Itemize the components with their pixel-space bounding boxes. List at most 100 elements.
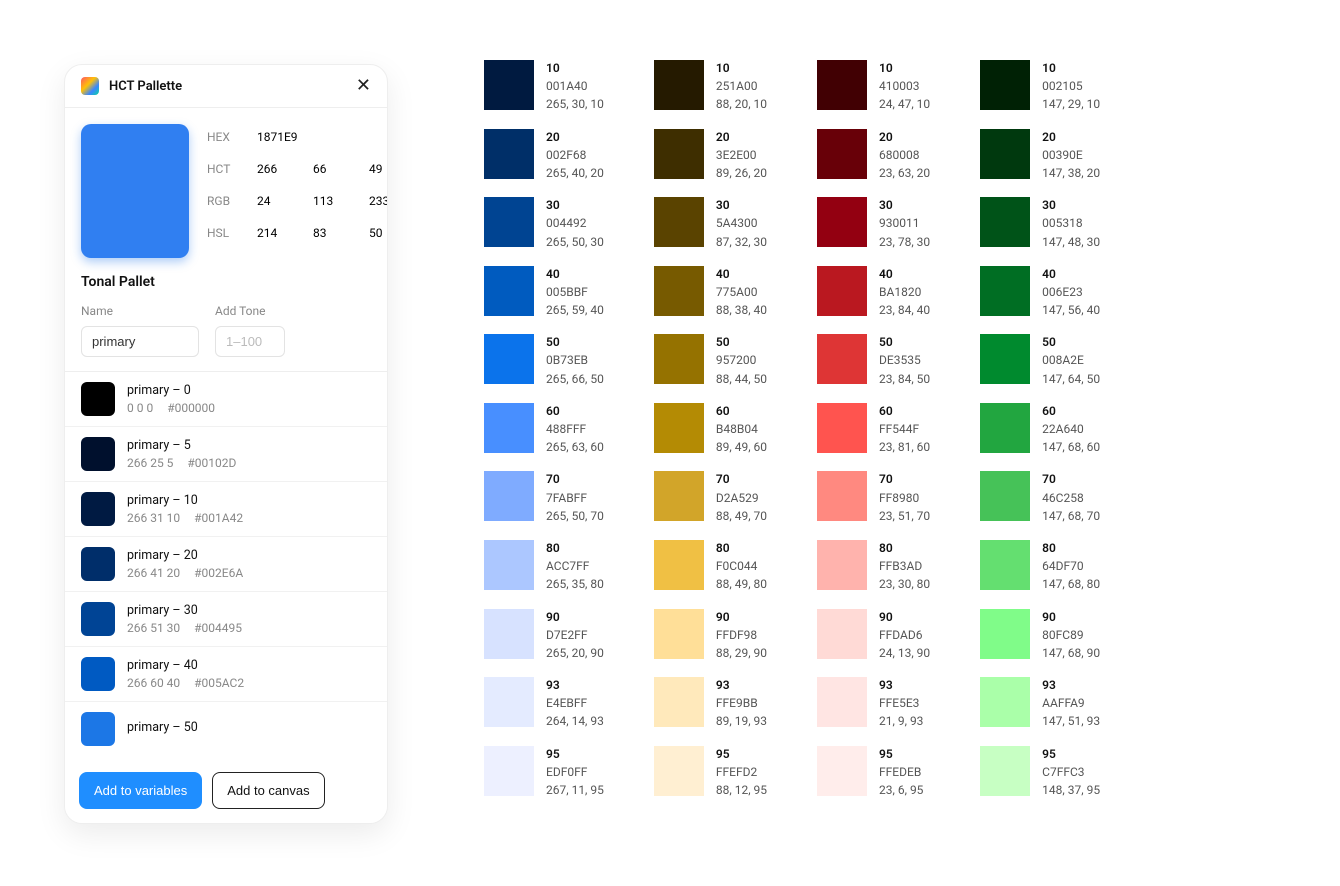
grid-row: 70 46C258 147, 68, 70 (980, 471, 1100, 524)
tone-row[interactable]: primary – 50 (65, 702, 387, 756)
tone-row[interactable]: primary – 40 266 60 40 #005AC2 (65, 647, 387, 702)
grid-meta: 10 251A00 88, 20, 10 (716, 60, 767, 113)
tone-row[interactable]: primary – 20 266 41 20 #002E6A (65, 537, 387, 592)
grid-row: 90 FFDF98 88, 29, 90 (654, 609, 767, 662)
grid-swatch (980, 334, 1030, 384)
grid-row: 20 680008 23, 63, 20 (817, 129, 930, 182)
grid-tone: 95 (546, 746, 604, 762)
grid-tone: 30 (716, 197, 767, 213)
grid-swatch (817, 540, 867, 590)
grid-meta: 60 488FFF 265, 63, 60 (546, 403, 604, 456)
grid-meta: 50 0B73EB 265, 66, 50 (546, 334, 604, 387)
grid-tone: 80 (1042, 540, 1100, 556)
grid-hex: FFE5E3 (879, 695, 923, 711)
swatch-grid: 10 001A40 265, 30, 10 20 002F68 265, 40,… (484, 60, 1100, 798)
grid-tone: 90 (1042, 609, 1100, 625)
grid-hex: 680008 (879, 147, 930, 163)
grid-tone: 93 (716, 677, 767, 693)
grid-hex: 7FABFF (546, 490, 604, 506)
grid-meta: 93 E4EBFF 264, 14, 93 (546, 677, 604, 730)
grid-swatch (654, 334, 704, 384)
grid-meta: 95 C7FFC3 148, 37, 95 (1042, 746, 1100, 799)
preview-swatch (81, 124, 189, 258)
close-icon[interactable]: ✕ (356, 77, 371, 95)
grid-hct: 88, 44, 50 (716, 371, 767, 387)
grid-hct: 265, 59, 40 (546, 302, 604, 318)
grid-row: 50 0B73EB 265, 66, 50 (484, 334, 604, 387)
tone-swatch (81, 382, 115, 416)
grid-row: 93 FFE5E3 21, 9, 93 (817, 677, 930, 730)
grid-hct: 23, 30, 80 (879, 576, 930, 592)
name-input[interactable] (81, 326, 199, 357)
grid-hct: 267, 11, 95 (546, 782, 604, 798)
grid-hct: 23, 63, 20 (879, 165, 930, 181)
grid-swatch (484, 609, 534, 659)
grid-swatch (654, 471, 704, 521)
grid-hex: EDF0FF (546, 764, 604, 780)
grid-swatch (484, 403, 534, 453)
add-to-variables-button[interactable]: Add to variables (79, 772, 202, 809)
rgb-b: 233 (369, 194, 388, 208)
grid-hex: DE3535 (879, 352, 930, 368)
grid-hct: 147, 68, 90 (1042, 645, 1100, 661)
grid-swatch (980, 197, 1030, 247)
grid-swatch (654, 197, 704, 247)
tone-name: primary – 50 (127, 720, 198, 735)
tone-row[interactable]: primary – 30 266 51 30 #004495 (65, 592, 387, 647)
rgb-g: 113 (313, 194, 353, 208)
grid-hex: 46C258 (1042, 490, 1100, 506)
grid-hct: 23, 84, 50 (879, 371, 930, 387)
tone-row[interactable]: primary – 0 0 0 0 #000000 (65, 372, 387, 427)
add-to-canvas-button[interactable]: Add to canvas (212, 772, 324, 809)
grid-row: 93 AAFFA9 147, 51, 93 (980, 677, 1100, 730)
grid-hct: 265, 40, 20 (546, 165, 604, 181)
grid-tone: 70 (546, 471, 604, 487)
grid-hex: FFE9BB (716, 695, 767, 711)
name-label: Name (81, 304, 199, 318)
grid-hct: 147, 38, 20 (1042, 165, 1100, 181)
grid-row: 20 002F68 265, 40, 20 (484, 129, 604, 182)
grid-hct: 88, 29, 90 (716, 645, 767, 661)
grid-tone: 80 (546, 540, 604, 556)
preview-meta: HEX 1871E9 HCT 266 66 49 RGB 24 113 233 … (207, 124, 388, 258)
grid-hex: 957200 (716, 352, 767, 368)
grid-tone: 90 (546, 609, 604, 625)
grid-hex: B48B04 (716, 421, 767, 437)
tone-hex: #005AC2 (194, 676, 244, 690)
grid-column: 10 002105 147, 29, 10 20 00390E 147, 38,… (980, 60, 1100, 798)
grid-row: 80 F0C044 88, 49, 80 (654, 540, 767, 593)
grid-swatch (484, 471, 534, 521)
grid-tone: 50 (546, 334, 604, 350)
grid-tone: 30 (1042, 197, 1100, 213)
grid-row: 93 E4EBFF 264, 14, 93 (484, 677, 604, 730)
grid-hex: 80FC89 (1042, 627, 1100, 643)
grid-swatch (484, 266, 534, 316)
grid-tone: 70 (716, 471, 767, 487)
grid-hct: 265, 66, 50 (546, 371, 604, 387)
grid-meta: 60 B48B04 89, 49, 60 (716, 403, 767, 456)
grid-meta: 95 FFEDEB 23, 6, 95 (879, 746, 923, 799)
grid-hex: E4EBFF (546, 695, 604, 711)
tone-hex: #001A42 (194, 511, 243, 525)
grid-tone: 40 (716, 266, 767, 282)
tone-row[interactable]: primary – 10 266 31 10 #001A42 (65, 482, 387, 537)
tone-row[interactable]: primary – 5 266 25 5 #00102D (65, 427, 387, 482)
grid-hct: 23, 81, 60 (879, 439, 930, 455)
tone-swatch (81, 492, 115, 526)
hsl-s: 83 (313, 226, 353, 240)
tone-texts: primary – 50 (127, 720, 198, 738)
tone-texts: primary – 5 266 25 5 #00102D (127, 438, 236, 470)
tone-hex: #004495 (194, 621, 242, 635)
grid-hex: 002105 (1042, 78, 1100, 94)
addtone-input[interactable] (215, 326, 285, 357)
grid-hex: AAFFA9 (1042, 695, 1100, 711)
grid-swatch (817, 60, 867, 110)
grid-swatch (654, 609, 704, 659)
grid-hex: 005318 (1042, 215, 1100, 231)
hex-value: 1871E9 (257, 130, 298, 144)
grid-meta: 40 005BBF 265, 59, 40 (546, 266, 604, 319)
grid-row: 93 FFE9BB 89, 19, 93 (654, 677, 767, 730)
grid-row: 80 64DF70 147, 68, 80 (980, 540, 1100, 593)
grid-hex: 004492 (546, 215, 604, 231)
grid-meta: 90 80FC89 147, 68, 90 (1042, 609, 1100, 662)
